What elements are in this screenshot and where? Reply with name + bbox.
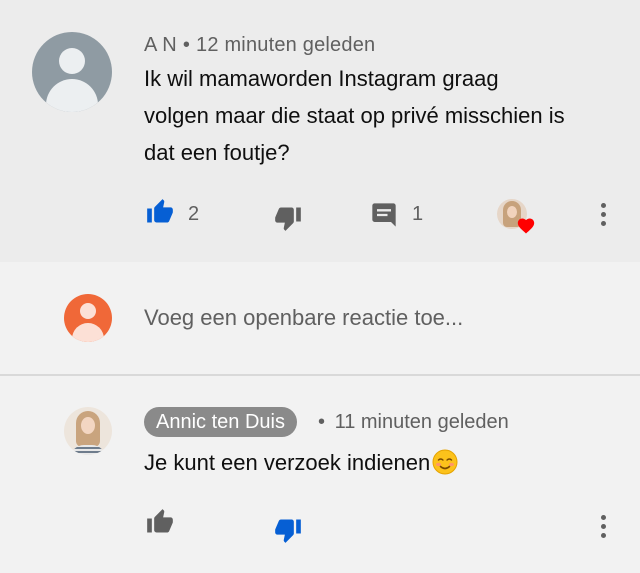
comment-thread-item: A N • 12 minuten geleden Ik wil mamaworden… bbox=[0, 0, 640, 262]
comment-text-line: Ik wil mamaworden Instagram graag bbox=[144, 66, 499, 91]
comment-author[interactable]: A N bbox=[144, 34, 177, 56]
separator-dot: • bbox=[318, 411, 326, 433]
reply-like-button[interactable] bbox=[144, 508, 176, 536]
thumbs-up-icon bbox=[147, 199, 173, 223]
reply-item: Annic ten Duis • 11 minuten geleden Je k… bbox=[0, 376, 640, 573]
reply-count[interactable]: 1 bbox=[412, 203, 423, 226]
reply-header: • 11 minuten geleden bbox=[318, 411, 509, 434]
like-button[interactable] bbox=[144, 198, 176, 226]
thumbs-down-icon bbox=[275, 519, 301, 543]
creator-heart-badge bbox=[497, 199, 537, 235]
reply-timestamp[interactable]: 11 minuten geleden bbox=[335, 411, 509, 433]
comment-timestamp[interactable]: 12 minuten geleden bbox=[196, 34, 375, 56]
thumbs-down-icon bbox=[275, 207, 301, 231]
reply-button[interactable] bbox=[370, 201, 398, 229]
more-vert-icon[interactable] bbox=[601, 515, 607, 542]
thumbs-up-icon bbox=[147, 509, 173, 533]
reply-author-avatar[interactable] bbox=[64, 407, 112, 455]
dislike-button[interactable] bbox=[272, 204, 304, 232]
own-avatar bbox=[64, 294, 112, 342]
add-comment-bar[interactable]: Voeg een openbare reactie toe... bbox=[0, 262, 640, 376]
comment-icon bbox=[372, 203, 396, 227]
comment-text-line: volgen maar die staat op privé misschien… bbox=[144, 103, 565, 128]
smiling-face-emoji bbox=[432, 449, 458, 475]
heart-icon bbox=[517, 218, 535, 234]
comment-header: A N • 12 minuten geleden bbox=[144, 34, 375, 57]
separator-dot: • bbox=[182, 34, 191, 56]
reply-text-content: Je kunt een verzoek indienen bbox=[144, 450, 431, 475]
comment-text: Ik wil mamaworden Instagram graag volgen… bbox=[144, 60, 565, 171]
like-count: 2 bbox=[188, 203, 200, 225]
commenter-avatar[interactable] bbox=[32, 32, 112, 112]
reply-author-chip[interactable]: Annic ten Duis bbox=[144, 407, 297, 437]
more-vert-icon[interactable] bbox=[601, 203, 607, 230]
reply-dislike-button[interactable] bbox=[272, 516, 304, 544]
comment-text-line: dat een foutje? bbox=[144, 140, 290, 165]
add-comment-input[interactable]: Voeg een openbare reactie toe... bbox=[144, 305, 463, 331]
reply-text: Je kunt een verzoek indienen bbox=[144, 444, 458, 481]
